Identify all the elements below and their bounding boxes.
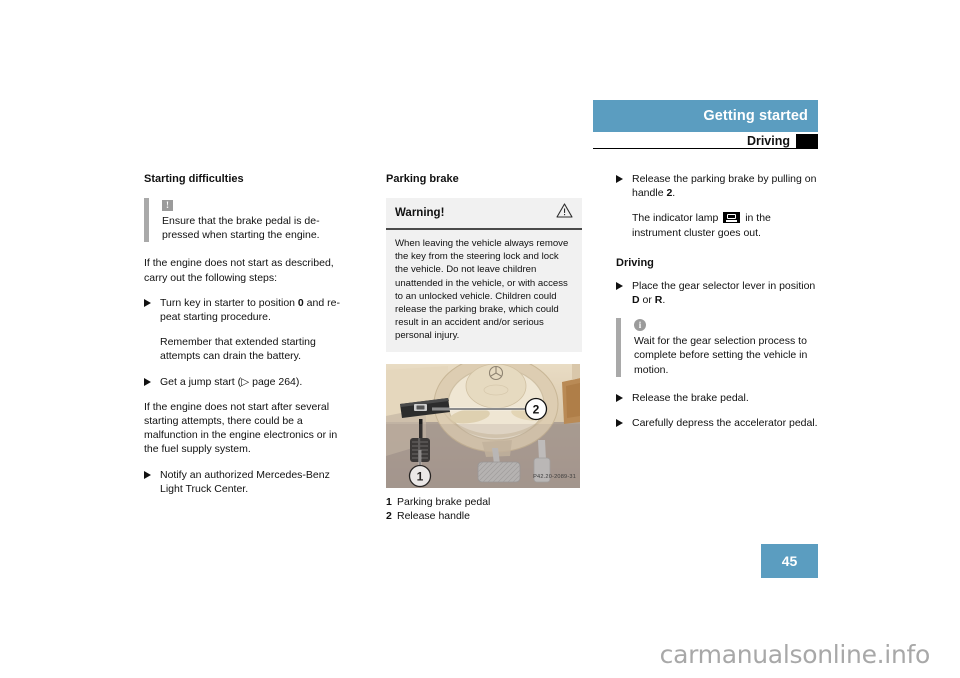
- figure-parking-brake-illustration: 2 1 P42.20-2089-31: [386, 363, 580, 488]
- paragraph-engine-not-start: If the engine does not start as describe…: [144, 257, 334, 284]
- list-item-gear-selector: Place the gear selector lever in positio…: [616, 279, 818, 307]
- warning-triangle-icon: [556, 203, 573, 222]
- warning-header: Warning!: [386, 198, 582, 228]
- list-item-text: Release the parking brake by pulling on …: [632, 172, 818, 200]
- paragraph-malfunction: If the engine does not start after sever…: [144, 400, 338, 456]
- column-right: Release the parking brake by pulling on …: [616, 172, 818, 441]
- heading-starting-difficulties: Starting difficulties: [144, 173, 244, 185]
- list-item-text: Release the brake pedal.: [632, 391, 749, 404]
- list-item-text: Notify an authorized Mercedes-Benz Light…: [160, 468, 330, 495]
- triangle-bullet-icon: [616, 172, 632, 184]
- page-title: Getting started: [703, 108, 808, 124]
- figure-callout-1: 1 Parking brake pedal: [386, 495, 582, 510]
- warning-title: Warning!: [395, 206, 445, 219]
- callout-2: 2: [524, 397, 548, 420]
- photo-id-label: P42.20-2089-31: [533, 474, 576, 481]
- site-watermark: carmanualsonline.info: [659, 640, 931, 669]
- footwell-illustration-svg: 2 1: [386, 363, 580, 488]
- list-item-jump-start: Get a jump start (▷ page 264).: [144, 375, 349, 389]
- list-item-release-parking-brake: Release the parking brake by pulling on …: [616, 172, 818, 200]
- list-item-release-brake-pedal: Release the brake pedal.: [616, 391, 818, 405]
- note-box-gear-selection: i Wait for the gear selection process to…: [616, 318, 818, 377]
- header-divider: [593, 148, 818, 149]
- list-item-turn-key: Turn key in starter to position 0 and re…: [144, 296, 349, 324]
- header-band: Getting started: [593, 100, 818, 132]
- list-item-text: Turn key in starter to position 0 and re…: [160, 296, 349, 324]
- triangle-bullet-icon: [616, 391, 632, 403]
- section-tab-marker: [796, 133, 818, 149]
- indicator-text-pre: The indicator lamp: [632, 212, 722, 225]
- triangle-bullet-icon: [144, 375, 160, 386]
- page-number-badge: 45: [761, 544, 818, 578]
- note-icon-row: !: [162, 198, 349, 213]
- list-item-text: Carefully depress the accelerator pedal.: [632, 417, 818, 430]
- subheader-row: Driving: [593, 133, 818, 149]
- triangle-bullet-icon: [616, 279, 632, 290]
- bullet-text-pre: Release the parking brake by pulling on …: [632, 173, 817, 200]
- warning-box: Warning! When leaving the vehicle always…: [386, 198, 582, 352]
- bullet-text-post: .: [672, 187, 676, 200]
- note-icon-row: i: [634, 318, 818, 333]
- breadcrumb: Driving: [746, 134, 790, 148]
- callout-number: 1: [386, 495, 392, 508]
- bullet-text-pre: Place the gear selector lever in positio…: [632, 279, 816, 292]
- list-item-text: Get a jump start (▷ page 264).: [160, 375, 303, 388]
- note-text: Wait for the gear selection process to c…: [634, 335, 808, 376]
- bullet-text-pre: Turn key in starter to position: [160, 296, 298, 309]
- heading-parking-brake: Parking brake: [386, 173, 459, 185]
- warning-text: When leaving the vehicle always remove t…: [386, 230, 582, 352]
- list-item-depress-accelerator: Carefully depress the accelerator pedal.: [616, 416, 818, 430]
- column-left: Starting difficulties ! Ensure that the …: [144, 172, 349, 507]
- info-icon: i: [634, 319, 646, 332]
- list-item-notify-dealer: Notify an authorized Mercedes-Benz Light…: [144, 468, 349, 496]
- brake-indicator-lamp-icon: [723, 212, 741, 224]
- bullet-text-bold-d: D: [632, 294, 640, 307]
- callout-label: Parking brake pedal: [397, 495, 491, 508]
- note-text: Ensure that the brake pedal is de-presse…: [162, 215, 320, 242]
- list-item-text: Place the gear selector lever in positio…: [632, 279, 818, 307]
- bullet-text-post: .: [662, 294, 666, 307]
- triangle-bullet-icon: [144, 468, 160, 479]
- note-box-brake-pedal: ! Ensure that the brake pedal is de-pres…: [144, 198, 349, 243]
- callout-label: Release handle: [397, 510, 470, 523]
- callout-number: 2: [386, 510, 392, 523]
- bullet-text-mid: or: [639, 294, 655, 307]
- svg-text:2: 2: [533, 402, 540, 416]
- column-middle: Parking brake Warning! When leaving the …: [386, 172, 582, 524]
- paragraph-indicator-lamp: The indicator lamp in the instrument clu…: [632, 211, 818, 239]
- triangle-bullet-icon: [616, 416, 632, 428]
- figure-callout-2: 2 Release handle: [386, 509, 582, 524]
- triangle-bullet-icon: [144, 296, 160, 307]
- paragraph-battery-drain: Remember that extended starting attempts…: [160, 336, 316, 363]
- exclamation-icon: !: [162, 200, 173, 211]
- heading-driving: Driving: [616, 256, 654, 269]
